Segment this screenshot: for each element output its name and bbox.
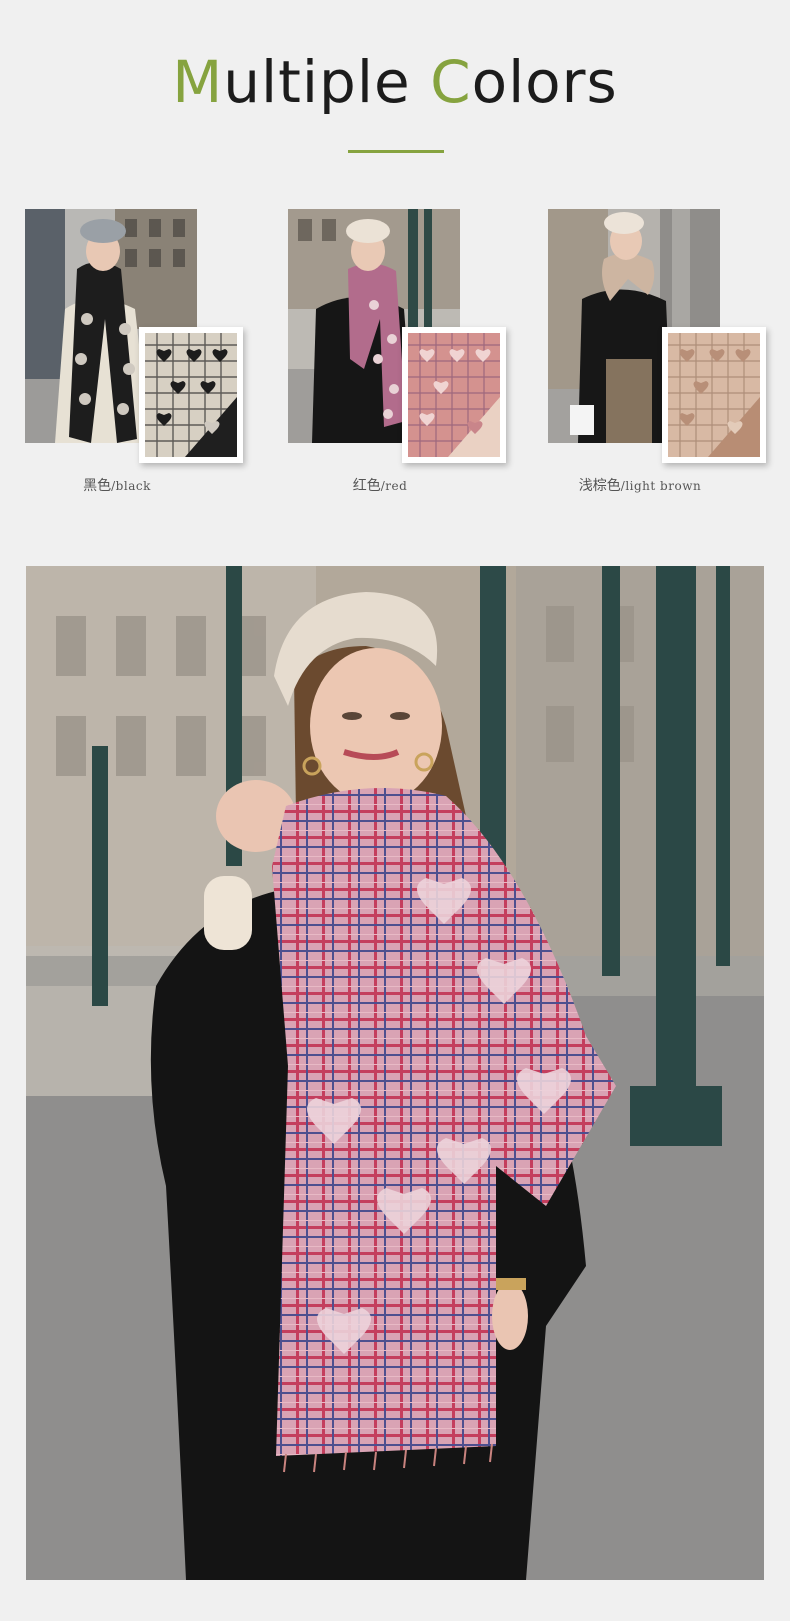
color-name-cn: 红色 bbox=[352, 478, 381, 494]
model-photo-icon bbox=[26, 566, 764, 1580]
variant-caption: 浅棕色/light brown bbox=[548, 475, 732, 495]
color-name-cn: 浅棕色 bbox=[578, 478, 621, 494]
scarf-swatch-icon bbox=[145, 333, 237, 457]
title-text-1: ultiple bbox=[223, 48, 431, 116]
color-name-en: /light brown bbox=[620, 479, 702, 493]
title-letter-m: M bbox=[172, 48, 224, 116]
swatch-red bbox=[402, 327, 506, 463]
scarf-swatch-icon bbox=[408, 333, 500, 457]
swatch-black bbox=[139, 327, 243, 463]
variant-caption: 红色/red bbox=[288, 475, 472, 495]
variant-light-brown[interactable]: 浅棕色/light brown bbox=[548, 209, 788, 499]
scarf-swatch-icon bbox=[668, 333, 760, 457]
main-model-photo bbox=[26, 566, 764, 1580]
title-text-2: olors bbox=[471, 48, 618, 116]
title-letter-c: C bbox=[430, 48, 472, 116]
title-divider bbox=[348, 150, 444, 153]
color-name-cn: 黑色 bbox=[83, 478, 112, 494]
section-title: Multiple Colors bbox=[0, 44, 790, 120]
variant-caption: 黑色/black bbox=[25, 475, 209, 495]
color-name-en: /red bbox=[380, 479, 408, 493]
variant-black[interactable]: 黑色/black bbox=[25, 209, 265, 499]
variant-red[interactable]: 红色/red bbox=[288, 209, 528, 499]
color-name-en: /black bbox=[111, 479, 151, 493]
swatch-light-brown bbox=[662, 327, 766, 463]
